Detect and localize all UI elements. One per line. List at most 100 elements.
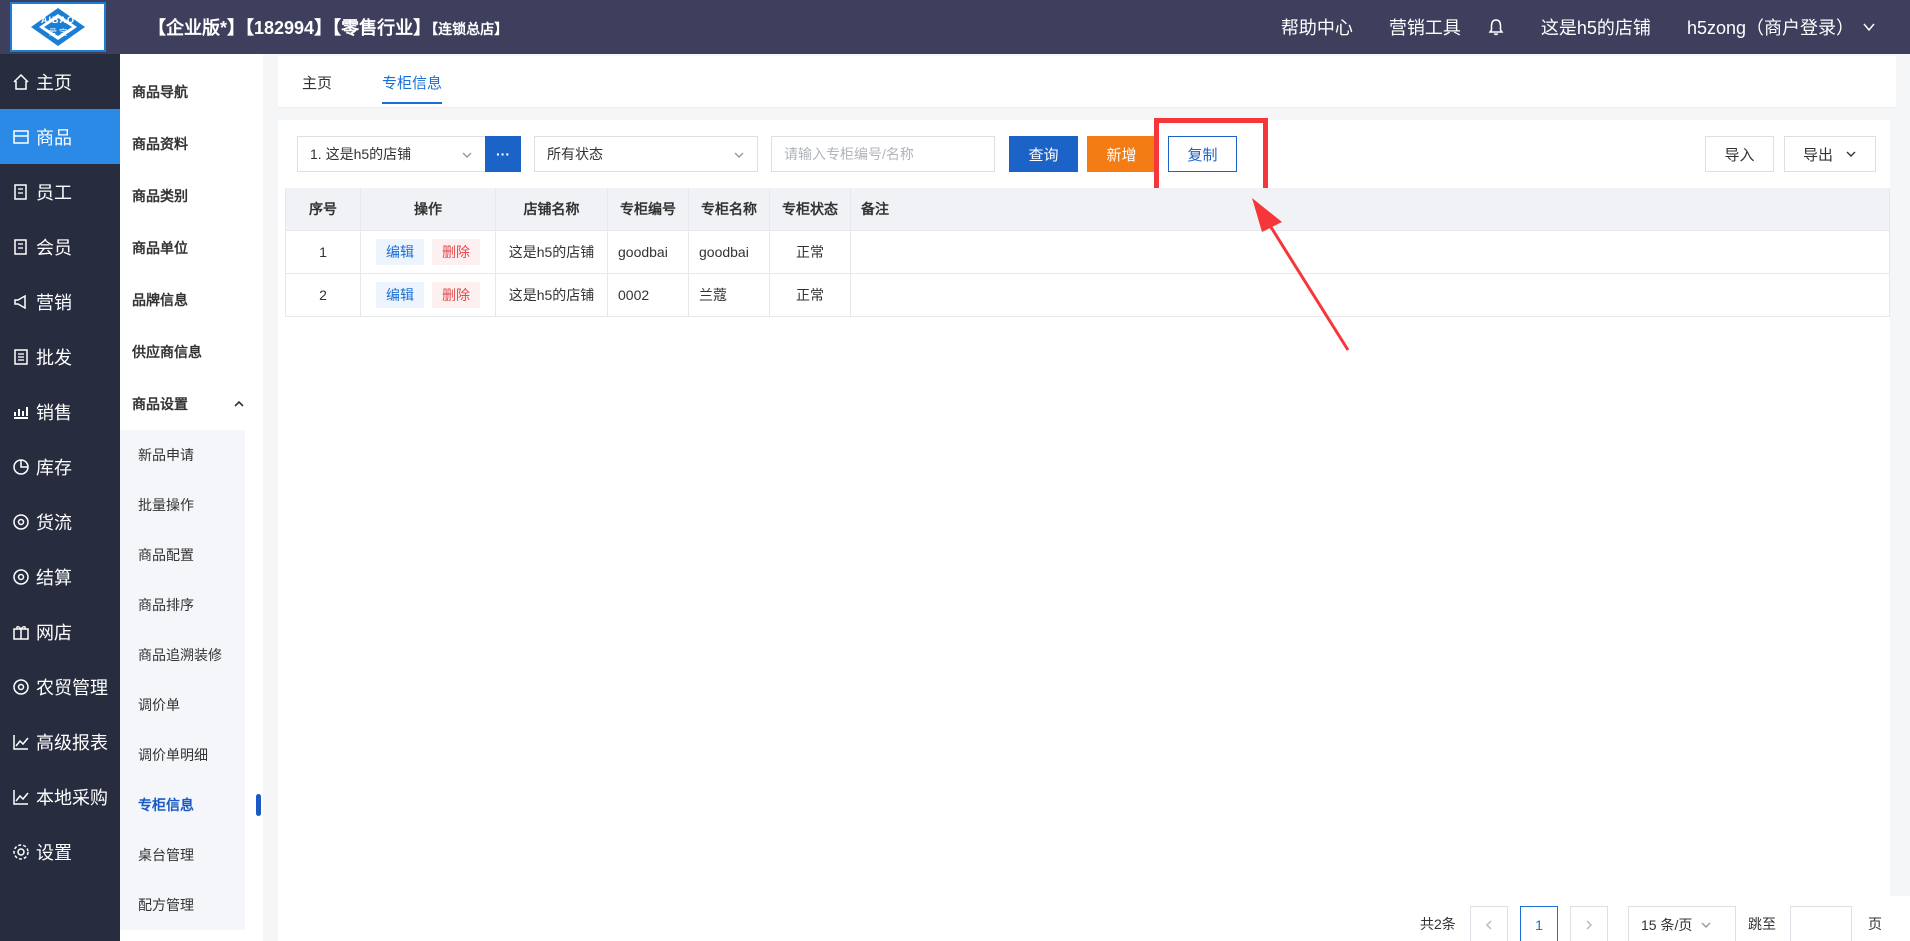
wholesale-icon xyxy=(14,348,28,365)
export-button[interactable]: 导出 xyxy=(1784,136,1876,172)
page-size-select[interactable]: 15 条/页 xyxy=(1628,906,1736,941)
jump-page-input[interactable] xyxy=(1790,906,1852,941)
sidebar-item-goods[interactable]: 商品 xyxy=(0,109,120,164)
subnav-table-management[interactable]: 桌台管理 xyxy=(120,830,245,880)
user-name: h5zong（商户登录） xyxy=(1686,18,1854,38)
pagination: 共2条 1 15 条/页 跳至 页 xyxy=(278,896,1910,941)
subnav-price-adjustment[interactable]: 调价单 xyxy=(120,680,245,730)
content-panel: 1. 这是h5的店铺 ··· 所有状态 查询 新增 复制 导入 导出 序号 操作… xyxy=(278,118,1890,896)
chevron-down-icon xyxy=(462,152,472,158)
cell-code: 0002 xyxy=(607,272,689,317)
subnav-goods-config[interactable]: 商品配置 xyxy=(120,530,245,580)
sidebar-item-label: 主页 xyxy=(36,72,72,93)
col-header-code: 专柜编号 xyxy=(607,188,689,230)
subnav-group-label: 商品设置 xyxy=(132,396,188,412)
total-count: 共2条 xyxy=(1420,916,1456,932)
subnav-goods-navigation[interactable]: 商品导航 xyxy=(120,66,263,118)
sidebar-item-inventory[interactable]: 库存 xyxy=(0,439,120,494)
next-page-button[interactable] xyxy=(1570,906,1608,941)
subnav-price-adjustment-detail[interactable]: 调价单明细 xyxy=(120,730,245,780)
table-row: 1 编辑 删除 这是h5的店铺 goodbai goodbai 正常 xyxy=(285,229,1890,274)
status-select[interactable]: 所有状态 xyxy=(534,136,758,172)
store-more-button[interactable]: ··· xyxy=(485,136,521,172)
search-input[interactable] xyxy=(771,136,995,172)
gear-icon xyxy=(13,843,29,860)
sidebar-item-report[interactable]: 高级报表 xyxy=(0,714,120,769)
tab-counter-info[interactable]: 专柜信息 xyxy=(382,72,443,104)
subnav-batch-operation[interactable]: 批量操作 xyxy=(120,480,245,530)
subnav-goods-category[interactable]: 商品类别 xyxy=(120,170,263,222)
sidebar-item-farm[interactable]: 农贸管理 xyxy=(0,659,120,714)
sidebar-item-wholesale[interactable]: 批发 xyxy=(0,329,120,384)
marketing-icon xyxy=(14,294,26,309)
subnav-new-product-request[interactable]: 新品申请 xyxy=(120,430,245,480)
col-header-status: 专柜状态 xyxy=(769,188,851,230)
subnav-goods-unit[interactable]: 商品单位 xyxy=(120,222,263,274)
table-row: 2 编辑 删除 这是h5的店铺 0002 兰蔻 正常 xyxy=(285,272,1890,317)
edit-button[interactable]: 编辑 xyxy=(376,238,424,265)
user-menu[interactable]: h5zong（商户登录） xyxy=(1687,14,1876,40)
edit-button[interactable]: 编辑 xyxy=(376,281,424,308)
sales-icon xyxy=(14,406,28,419)
cell-code: goodbai xyxy=(607,229,689,274)
subnav-goods-sort[interactable]: 商品排序 xyxy=(120,580,245,630)
cell-note xyxy=(850,229,1890,274)
page-size-value: 15 条/页 xyxy=(1641,917,1693,933)
delete-button[interactable]: 删除 xyxy=(432,281,480,308)
sidebar-item-marketing[interactable]: 营销 xyxy=(0,274,120,329)
chevron-down-icon xyxy=(734,152,744,158)
help-center-link[interactable]: 帮助中心 xyxy=(1281,14,1353,40)
subnav-goods-settings-group[interactable]: 商品设置 xyxy=(120,378,263,430)
chevron-right-icon xyxy=(1586,920,1593,930)
col-header-note: 备注 xyxy=(850,188,1890,230)
sidebar-item-staff[interactable]: 员工 xyxy=(0,164,120,219)
sidebar-item-member[interactable]: 会员 xyxy=(0,219,120,274)
sidebar-item-label: 本地采购 xyxy=(36,787,108,808)
bell-icon[interactable] xyxy=(1487,18,1505,36)
subnav-recipe-management[interactable]: 配方管理 xyxy=(120,880,245,930)
sidebar-item-logistics[interactable]: 货流 xyxy=(0,494,120,549)
cell-name: goodbai xyxy=(688,229,770,274)
report-icon xyxy=(13,734,29,750)
new-button[interactable]: 新增 xyxy=(1087,136,1156,172)
store-select-value: 1. 这是h5的店铺 xyxy=(310,146,412,162)
col-header-no: 序号 xyxy=(285,188,361,230)
subnav-goods-data[interactable]: 商品资料 xyxy=(120,118,263,170)
cell-no: 2 xyxy=(285,272,361,317)
sidebar-item-label: 批发 xyxy=(36,347,72,368)
sidebar-item-label: 营销 xyxy=(36,292,72,313)
sidebar-item-label: 员工 xyxy=(36,182,72,203)
tab-home[interactable]: 主页 xyxy=(302,72,332,93)
sidebar-item-settings[interactable]: 设置 xyxy=(0,824,120,879)
sidebar-item-label: 网店 xyxy=(36,622,72,643)
store-select[interactable]: 1. 这是h5的店铺 xyxy=(297,136,485,172)
current-page-button[interactable]: 1 xyxy=(1520,906,1558,941)
subnav-trace-decoration[interactable]: 商品追溯装修 xyxy=(120,630,245,680)
prev-page-button[interactable] xyxy=(1470,906,1508,941)
subnav-brand-info[interactable]: 品牌信息 xyxy=(120,274,263,326)
sidebar-item-home[interactable]: 主页 xyxy=(0,54,120,109)
export-label: 导出 xyxy=(1802,146,1833,164)
sidebar-item-webstore[interactable]: 网店 xyxy=(0,604,120,659)
query-button[interactable]: 查询 xyxy=(1009,136,1078,172)
sidebar-item-purchase[interactable]: 本地采购 xyxy=(0,769,120,824)
subnav-supplier-info[interactable]: 供应商信息 xyxy=(120,326,263,378)
col-header-name: 专柜名称 xyxy=(688,188,770,230)
sidebar-item-settlement[interactable]: 结算 xyxy=(0,549,120,604)
sub-sidebar: 商品导航 商品资料 商品类别 商品单位 品牌信息 供应商信息 商品设置 新品申请… xyxy=(120,54,263,941)
main-sidebar: 主页 商品 员工 会员 营销 批发 销售 库存 货流 结算 网店 农贸管理 高级… xyxy=(0,54,120,941)
logistics-icon xyxy=(13,513,29,530)
col-header-store: 店铺名称 xyxy=(495,188,608,230)
sidebar-item-label: 货流 xyxy=(36,512,72,533)
jump-label: 跳至 xyxy=(1748,916,1776,932)
subnav-counter-info[interactable]: 专柜信息 xyxy=(120,780,261,830)
inventory-icon xyxy=(13,458,29,475)
settlement-icon xyxy=(13,568,29,585)
import-button[interactable]: 导入 xyxy=(1705,136,1774,172)
cell-actions: 编辑 删除 xyxy=(360,272,496,317)
marketing-tools-link[interactable]: 营销工具 xyxy=(1389,14,1461,40)
title-main: 【企业版*】【182994】【零售行业】 xyxy=(148,18,432,38)
sidebar-item-sales[interactable]: 销售 xyxy=(0,384,120,439)
delete-button[interactable]: 删除 xyxy=(432,238,480,265)
store-name-link[interactable]: 这是h5的店铺 xyxy=(1541,14,1651,40)
